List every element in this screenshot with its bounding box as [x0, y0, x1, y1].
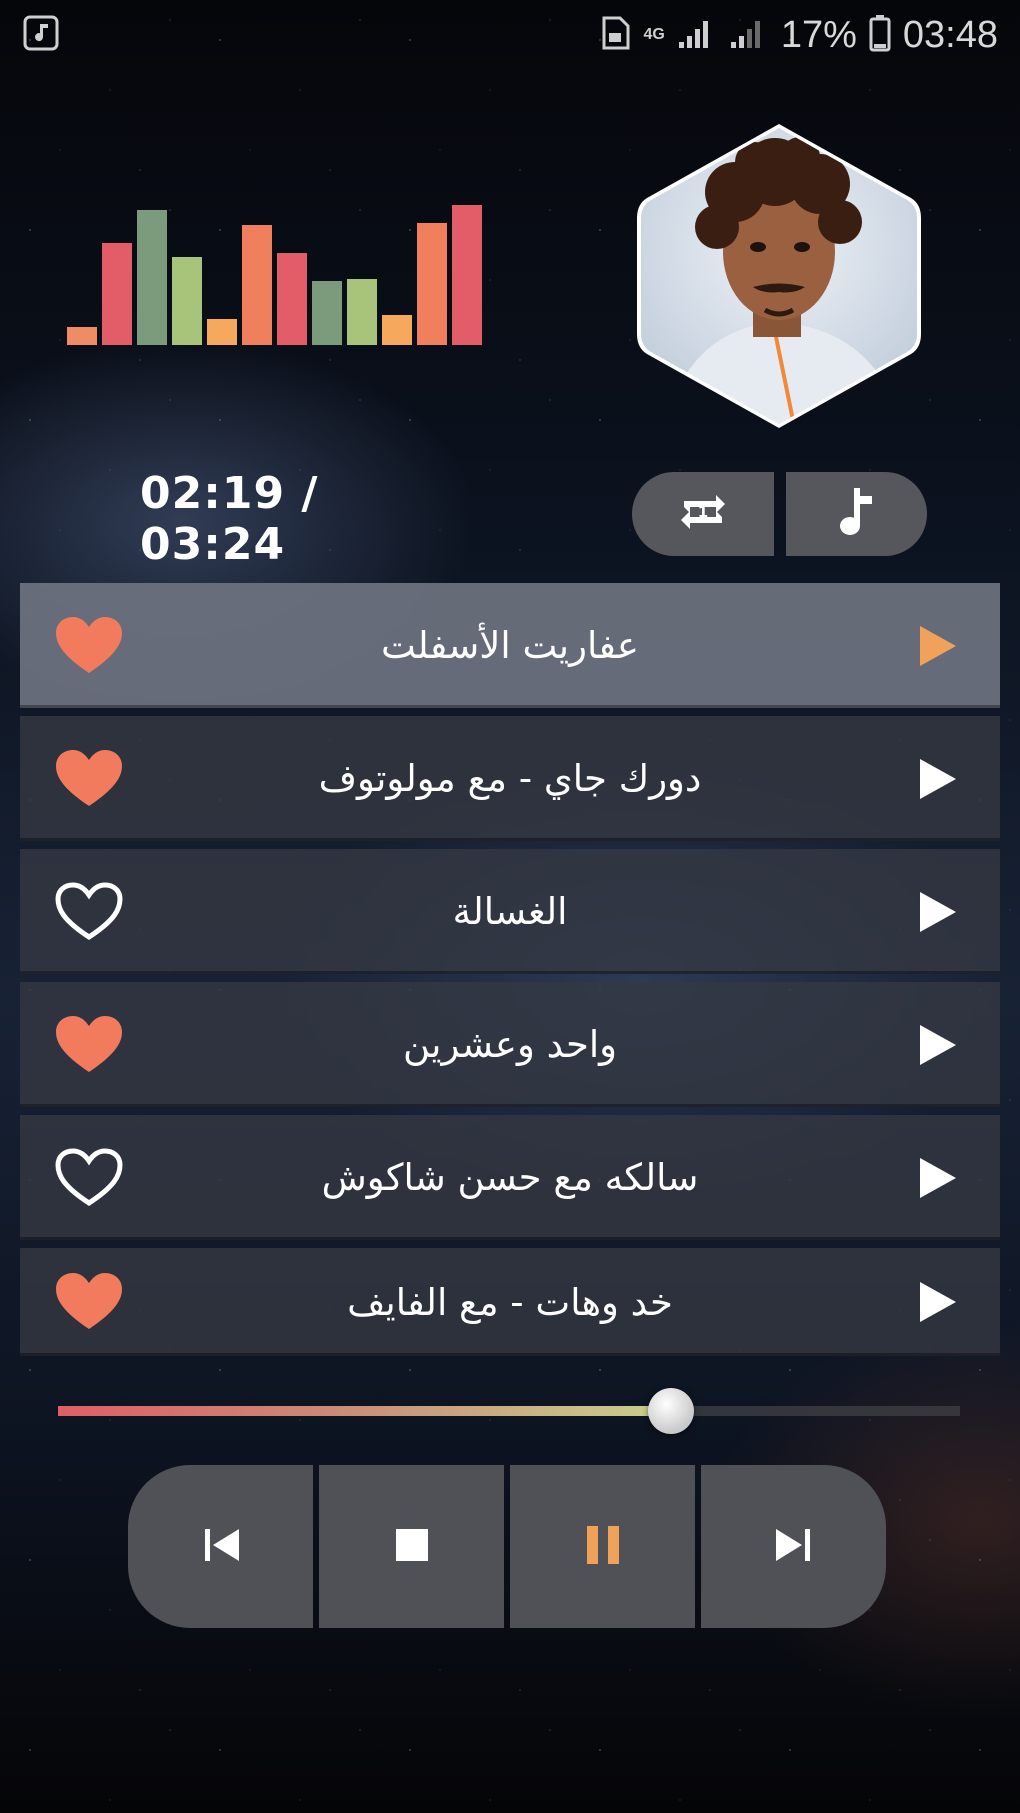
- equalizer-bar: [382, 315, 412, 345]
- track-row[interactable]: عفاريت الأسفلت: [20, 583, 1000, 708]
- equalizer-bar: [67, 327, 97, 345]
- heart-outline-icon[interactable]: [54, 881, 124, 943]
- equalizer-bar: [347, 279, 377, 345]
- stop-icon: [392, 1525, 432, 1569]
- playlist: عفاريت الأسفلت دورك جاي - مع مولوتوف الغ…: [20, 583, 1000, 1364]
- equalizer-bar: [417, 223, 447, 345]
- signal-icon-secondary: [729, 16, 769, 54]
- equalizer-bar: [137, 210, 167, 345]
- previous-button[interactable]: [128, 1465, 313, 1628]
- equalizer-bar: [207, 319, 237, 345]
- equalizer-bar: [277, 253, 307, 345]
- repeat-one-icon: 1: [676, 485, 730, 543]
- status-bar: 4G 17% 03:48: [0, 0, 1020, 70]
- cast-icon: [598, 15, 632, 55]
- time-display: 02:19 / 03:24: [140, 468, 319, 570]
- stop-button[interactable]: [319, 1465, 504, 1628]
- artist-avatar: [625, 122, 933, 430]
- track-row[interactable]: الغسالة: [20, 849, 1000, 974]
- track-title: الغسالة: [452, 890, 568, 933]
- previous-icon: [199, 1523, 243, 1571]
- music-note-button[interactable]: [785, 472, 927, 556]
- seek-slider[interactable]: [58, 1388, 960, 1434]
- track-title: خد وهات - مع الفايف: [347, 1280, 673, 1324]
- equalizer-icon: [67, 200, 487, 345]
- music-notification-icon: [22, 14, 60, 56]
- mode-buttons: 1: [632, 472, 927, 556]
- heart-filled-icon[interactable]: [54, 1014, 124, 1076]
- music-note-icon: [832, 484, 880, 544]
- equalizer-bar: [242, 225, 272, 345]
- track-title: واحد وعشرين: [402, 1023, 618, 1066]
- equalizer-bar: [102, 243, 132, 345]
- play-icon[interactable]: [918, 1156, 958, 1200]
- svg-text:1: 1: [698, 503, 708, 521]
- heart-filled-icon[interactable]: [54, 1271, 124, 1333]
- transport-controls: [128, 1465, 886, 1628]
- track-title: دورك جاي - مع مولوتوف: [318, 757, 702, 800]
- heart-outline-icon[interactable]: [54, 1147, 124, 1209]
- seek-fill: [58, 1406, 672, 1416]
- clock: 03:48: [902, 13, 998, 56]
- battery-icon: [869, 14, 891, 56]
- network-type-label: 4G: [643, 26, 665, 43]
- signal-icon: [677, 16, 717, 54]
- equalizer-bar: [452, 205, 482, 345]
- equalizer-bar: [172, 257, 202, 345]
- play-icon[interactable]: [918, 624, 958, 668]
- pause-button[interactable]: [510, 1465, 695, 1628]
- track-row[interactable]: خد وهات - مع الفايف: [20, 1248, 1000, 1356]
- track-row[interactable]: واحد وعشرين: [20, 982, 1000, 1107]
- next-button[interactable]: [701, 1465, 886, 1628]
- repeat-one-button[interactable]: 1: [632, 472, 774, 556]
- next-icon: [772, 1523, 816, 1571]
- track-title: سالكه مع حسن شاكوش: [321, 1156, 699, 1199]
- equalizer-bar: [312, 281, 342, 345]
- track-title: عفاريت الأسفلت: [381, 624, 640, 667]
- play-icon[interactable]: [918, 757, 958, 801]
- pause-icon: [583, 1523, 623, 1571]
- heart-filled-icon[interactable]: [54, 615, 124, 677]
- battery-percent: 17%: [780, 13, 857, 56]
- track-row[interactable]: سالكه مع حسن شاكوش: [20, 1115, 1000, 1240]
- play-icon[interactable]: [918, 1280, 958, 1324]
- seek-thumb[interactable]: [648, 1388, 695, 1434]
- play-icon[interactable]: [918, 890, 958, 934]
- play-icon[interactable]: [918, 1023, 958, 1067]
- heart-filled-icon[interactable]: [54, 748, 124, 810]
- track-row[interactable]: دورك جاي - مع مولوتوف: [20, 716, 1000, 841]
